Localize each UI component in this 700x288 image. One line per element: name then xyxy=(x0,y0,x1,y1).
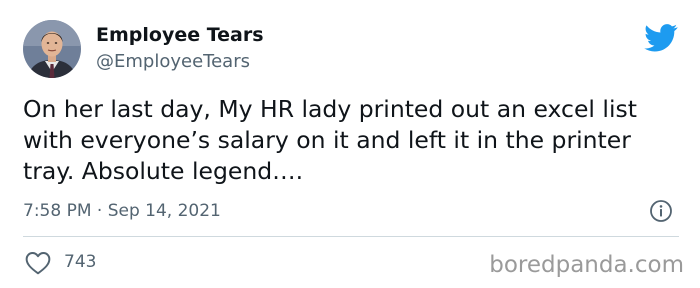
author-handle[interactable]: @EmployeeTears xyxy=(96,50,250,74)
divider xyxy=(23,236,679,237)
tweet-card: Employee Tears @EmployeeTears On her las… xyxy=(0,0,700,288)
tweet-text: On her last day, My HR lady printed out … xyxy=(23,95,637,185)
twitter-bird-icon[interactable] xyxy=(644,24,678,52)
author-display-name[interactable]: Employee Tears xyxy=(96,22,264,48)
info-icon[interactable] xyxy=(649,199,673,223)
watermark: boredpanda.com xyxy=(489,252,684,278)
avatar[interactable] xyxy=(23,20,81,78)
tweet-timestamp[interactable]: 7:58 PM · Sep 14, 2021 xyxy=(23,200,221,222)
heart-icon[interactable] xyxy=(25,251,51,275)
like-count: 743 xyxy=(64,252,97,272)
avatar-image xyxy=(23,20,81,78)
